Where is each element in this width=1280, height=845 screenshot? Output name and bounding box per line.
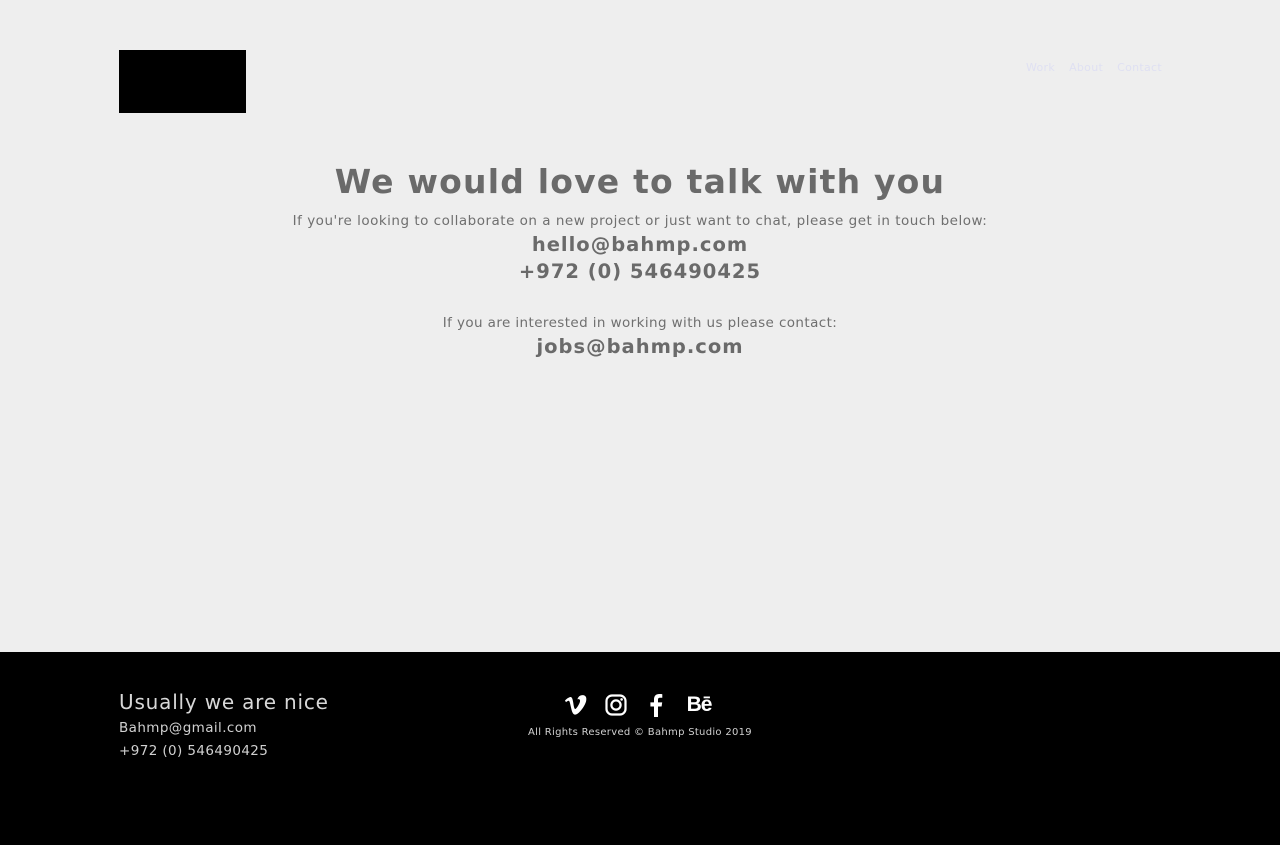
contact-phone[interactable]: +972 (0) 546490425	[0, 258, 1280, 285]
footer: Usually we are nice Bahmp@gmail.com +972…	[0, 652, 1280, 845]
contact-section: We would love to talk with you If you're…	[0, 158, 1280, 360]
vimeo-icon[interactable]	[563, 692, 589, 718]
page-title: We would love to talk with you	[334, 162, 946, 201]
instagram-icon[interactable]	[603, 692, 629, 718]
footer-phone[interactable]: +972 (0) 546490425	[119, 742, 268, 760]
jobs-intro: If you are interested in working with us…	[442, 315, 838, 331]
facebook-icon[interactable]	[643, 692, 669, 718]
page: Work About Contact We would love to talk…	[0, 0, 1280, 845]
nav-link-about[interactable]: About	[1069, 60, 1103, 76]
nav-link-contact[interactable]: Contact	[1117, 60, 1162, 76]
footer-tagline: Usually we are nice	[119, 690, 329, 714]
social-links: Bē	[563, 692, 715, 718]
behance-icon[interactable]: Bē	[683, 692, 715, 718]
copyright: All Rights Reserved © Bahmp Studio 2019	[528, 727, 752, 738]
logo[interactable]	[119, 50, 246, 113]
jobs-email[interactable]: jobs@bahmp.com	[0, 333, 1280, 360]
contact-email[interactable]: hello@bahmp.com	[0, 231, 1280, 258]
contact-intro: If you're looking to collaborate on a ne…	[292, 213, 988, 229]
main-nav: Work About Contact	[1026, 60, 1162, 76]
nav-link-work[interactable]: Work	[1026, 60, 1055, 76]
